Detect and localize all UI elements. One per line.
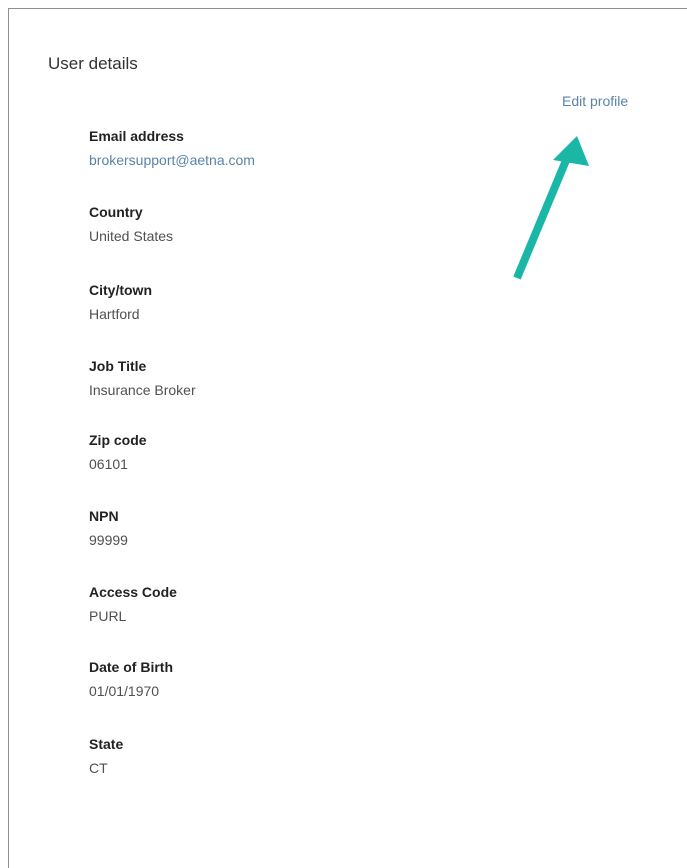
field-zip-code: Zip code 06101: [89, 431, 147, 473]
field-value: Insurance Broker: [89, 382, 196, 398]
field-value: Hartford: [89, 306, 140, 322]
field-value: United States: [89, 228, 174, 244]
field-label: City/town: [89, 282, 152, 298]
field-email: Email address brokersupport@aetna.com: [89, 127, 255, 169]
field-date-of-birth: Date of Birth 01/01/1970: [89, 658, 173, 700]
field-job-title: Job Title Insurance Broker: [89, 357, 196, 399]
field-label: Email address: [89, 128, 184, 144]
field-value: 06101: [89, 456, 128, 472]
arrow-up-right-icon: [513, 136, 589, 280]
section-title: User details: [48, 54, 138, 73]
field-label: Job Title: [89, 358, 147, 374]
edit-profile-link[interactable]: Edit profile: [562, 93, 628, 109]
field-value: CT: [89, 760, 108, 776]
field-label: Country: [89, 204, 143, 220]
field-city: City/town Hartford: [89, 281, 152, 323]
email-link[interactable]: brokersupport@aetna.com: [89, 151, 255, 169]
field-label: Date of Birth: [89, 659, 173, 675]
field-access-code: Access Code PURL: [89, 583, 177, 625]
field-value: 01/01/1970: [89, 683, 160, 699]
field-value: PURL: [89, 608, 127, 624]
field-label: Access Code: [89, 584, 177, 600]
field-country: Country United States: [89, 203, 173, 245]
field-label: Zip code: [89, 432, 147, 448]
field-label: NPN: [89, 508, 119, 524]
field-state: State CT: [89, 735, 123, 777]
field-label: State: [89, 736, 124, 752]
field-value: 99999: [89, 532, 128, 548]
field-npn: NPN 99999: [89, 507, 128, 549]
